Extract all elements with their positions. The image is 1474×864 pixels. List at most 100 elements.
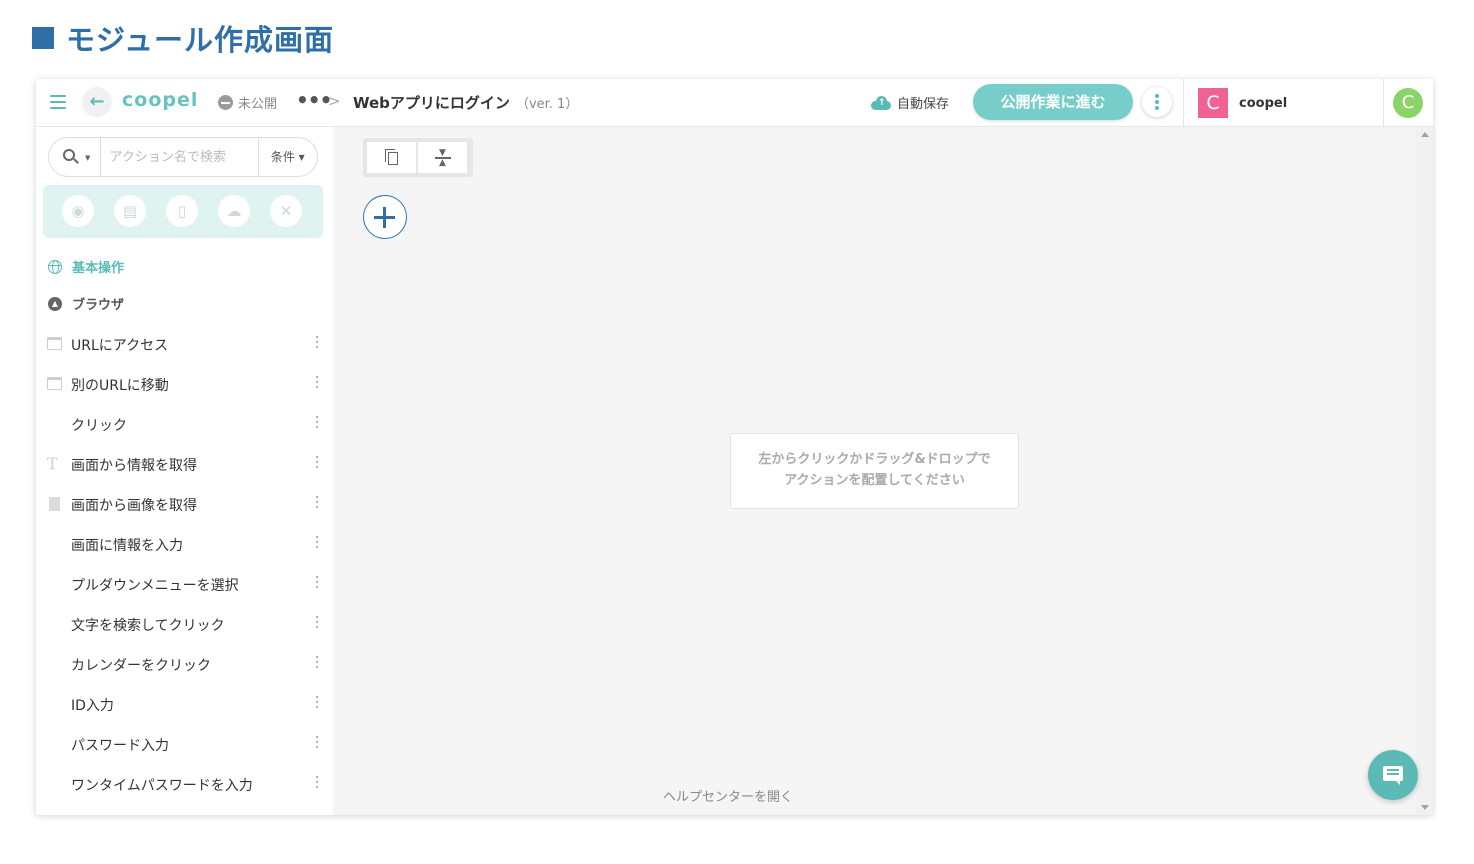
action-label: 画面から画像を取得 (71, 498, 197, 514)
autosave-label: 自動保存 (897, 97, 950, 112)
autosave-toggle[interactable]: ↑ 自動保存 (871, 93, 949, 112)
copy-icon (385, 149, 398, 165)
avatar[interactable]: C (1393, 88, 1423, 118)
globe-icon (48, 259, 62, 274)
section-label: 基本操作 (72, 261, 125, 276)
list-item[interactable]: 画面から画像を取得 (36, 484, 333, 524)
cloud-upload-icon: ↑ (871, 95, 891, 110)
action-label: ワンタイムパスワードを入力 (71, 778, 253, 794)
empty-state-message: 左からクリックかドラッグ&ドロップで アクションを配置してください (730, 433, 1019, 509)
list-item[interactable]: カレンダーをクリック (36, 644, 333, 684)
canvas-toolbar: ▼ ▲ (363, 138, 473, 177)
tools-icon[interactable]: ✕ (270, 195, 302, 227)
add-action-button[interactable] (363, 195, 407, 239)
header-divider (1183, 79, 1184, 127)
kebab-icon[interactable] (314, 776, 320, 792)
module-title-text: Webアプリにログイン (353, 94, 510, 112)
list-item[interactable]: ワンタイムパスワードを入力 (36, 764, 333, 804)
copy-button[interactable] (367, 142, 416, 173)
page-title: モジュール作成画面 (66, 23, 334, 57)
excel-icon[interactable]: ▤ (114, 195, 146, 227)
list-item[interactable]: T 画面から情報を取得 (36, 444, 333, 484)
cloud-icon[interactable]: ☁ (218, 195, 250, 227)
scroll-down-icon[interactable] (1421, 805, 1429, 810)
collapse-icon: ▼ ▲ (435, 149, 451, 168)
workflow-canvas[interactable]: ▼ ▲ 左からクリックかドラッグ&ドロップで アクションを配置してください ヘルプ… (333, 127, 1433, 815)
header-divider (1383, 79, 1384, 127)
group-label: ブラウザ (72, 298, 125, 313)
section-basic-operations[interactable]: 基本操作 (48, 257, 124, 276)
list-item[interactable]: 別のURLに移動 (36, 364, 333, 404)
app-window: ← coopel 未公開 ••• > Webアプリにログイン （ver. 1） ↑… (36, 79, 1433, 815)
action-label: カレンダーをクリック (71, 658, 211, 674)
action-label: 別のURLに移動 (71, 378, 169, 394)
kebab-icon[interactable] (314, 696, 320, 712)
action-label: クリック (71, 418, 127, 434)
chat-icon (1383, 766, 1403, 785)
status-badge: 未公開 (218, 93, 277, 112)
list-item[interactable]: URLにアクセス (36, 324, 333, 364)
help-center-link[interactable]: ヘルプセンターを開く (663, 786, 793, 805)
kebab-icon[interactable] (314, 656, 320, 672)
back-button[interactable]: ← (82, 87, 112, 117)
more-options-button[interactable]: ••• (296, 90, 332, 110)
window-icon (47, 377, 62, 390)
list-item[interactable]: プルダウンメニューを選択 (36, 564, 333, 604)
kebab-icon[interactable] (314, 576, 320, 592)
chevron-up-icon: ▲ (48, 296, 62, 311)
vertical-scrollbar[interactable] (1416, 127, 1433, 815)
list-item[interactable]: パスワード入力 (36, 724, 333, 764)
action-search: ▼ 条件 ▾ (48, 137, 318, 177)
empty-state-line: アクションを配置してください (784, 473, 965, 488)
filter-dropdown[interactable]: 条件 ▾ (257, 138, 317, 176)
search-input[interactable] (100, 139, 258, 175)
kebab-icon[interactable] (314, 336, 320, 352)
page-heading: モジュール作成画面 (32, 18, 334, 58)
action-label: URLにアクセス (71, 338, 169, 354)
list-item[interactable]: 画面に情報を入力 (36, 524, 333, 564)
action-label: プルダウンメニューを選択 (71, 578, 239, 594)
empty-state-line: 左からクリックかドラッグ&ドロップで (758, 452, 991, 467)
kebab-icon[interactable] (314, 496, 320, 512)
kebab-icon[interactable] (314, 416, 320, 432)
kebab-icon[interactable] (314, 456, 320, 472)
scroll-up-icon[interactable] (1421, 132, 1429, 137)
globe-icon[interactable]: ◉ (62, 195, 94, 227)
document-icon (49, 497, 60, 511)
window-icon (47, 337, 62, 350)
kebab-icon[interactable] (314, 536, 320, 552)
menu-icon[interactable] (50, 95, 66, 109)
action-label: 画面に情報を入力 (71, 538, 183, 554)
category-bar: ◉ ▤ ▯ ☁ ✕ (43, 185, 323, 238)
module-title[interactable]: Webアプリにログイン （ver. 1） (353, 92, 578, 113)
list-item[interactable]: 文字を検索してクリック (36, 604, 333, 644)
app-header: ← coopel 未公開 ••• > Webアプリにログイン （ver. 1） ↑… (36, 79, 1433, 127)
org-badge: C (1198, 88, 1228, 118)
collapse-all-button[interactable]: ▼ ▲ (418, 142, 467, 173)
organization-switcher[interactable]: C coopel (1198, 88, 1287, 118)
action-label: 文字を検索してクリック (71, 618, 225, 634)
search-icon[interactable]: ▼ (49, 138, 101, 176)
file-icon[interactable]: ▯ (166, 195, 198, 227)
kebab-menu-button[interactable] (1142, 87, 1172, 117)
status-label: 未公開 (238, 97, 278, 112)
minus-circle-icon (218, 95, 233, 110)
module-version: （ver. 1） (515, 97, 579, 112)
kebab-icon[interactable] (314, 616, 320, 632)
group-browser[interactable]: ▲ ブラウザ (48, 294, 124, 313)
org-name: coopel (1239, 95, 1288, 111)
action-label: パスワード入力 (71, 738, 169, 754)
logo: coopel (122, 89, 199, 111)
heading-square-icon (32, 27, 54, 49)
publish-button[interactable]: 公開作業に進む (973, 84, 1133, 120)
text-icon: T (47, 454, 58, 473)
chevron-right-icon: > (328, 92, 341, 110)
list-item[interactable]: ID入力 (36, 684, 333, 724)
action-label: 画面から情報を取得 (71, 458, 197, 474)
kebab-icon[interactable] (314, 736, 320, 752)
action-sidebar: ▼ 条件 ▾ ◉ ▤ ▯ ☁ ✕ 基本操作 ▲ ブラウザ URLにアクセス 別の… (36, 127, 333, 815)
chat-button[interactable] (1368, 750, 1418, 800)
kebab-icon[interactable] (314, 376, 320, 392)
list-item[interactable]: クリック (36, 404, 333, 444)
action-label: ID入力 (71, 698, 114, 714)
